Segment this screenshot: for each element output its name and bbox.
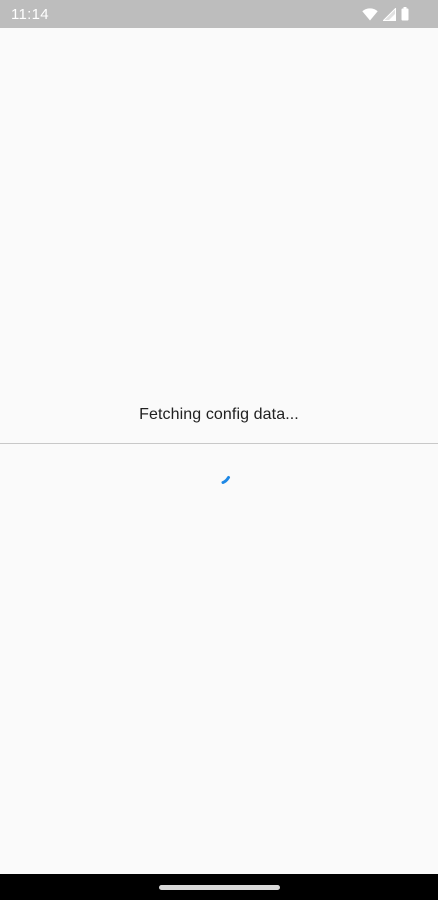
home-handle[interactable]: [159, 885, 280, 890]
app-screen: 11:14 Fetching config data...: [0, 0, 438, 900]
main-content: Fetching config data...: [0, 28, 438, 874]
navigation-bar: [0, 874, 438, 900]
wifi-icon: [362, 7, 378, 21]
loading-message: Fetching config data...: [139, 406, 299, 423]
status-icons: [362, 7, 409, 21]
status-time: 11:14: [11, 5, 49, 23]
loading-spinner-icon: [220, 470, 240, 490]
divider: [0, 443, 438, 444]
cellular-signal-icon: [383, 7, 396, 21]
status-bar: 11:14: [0, 0, 438, 28]
battery-icon: [401, 7, 409, 21]
